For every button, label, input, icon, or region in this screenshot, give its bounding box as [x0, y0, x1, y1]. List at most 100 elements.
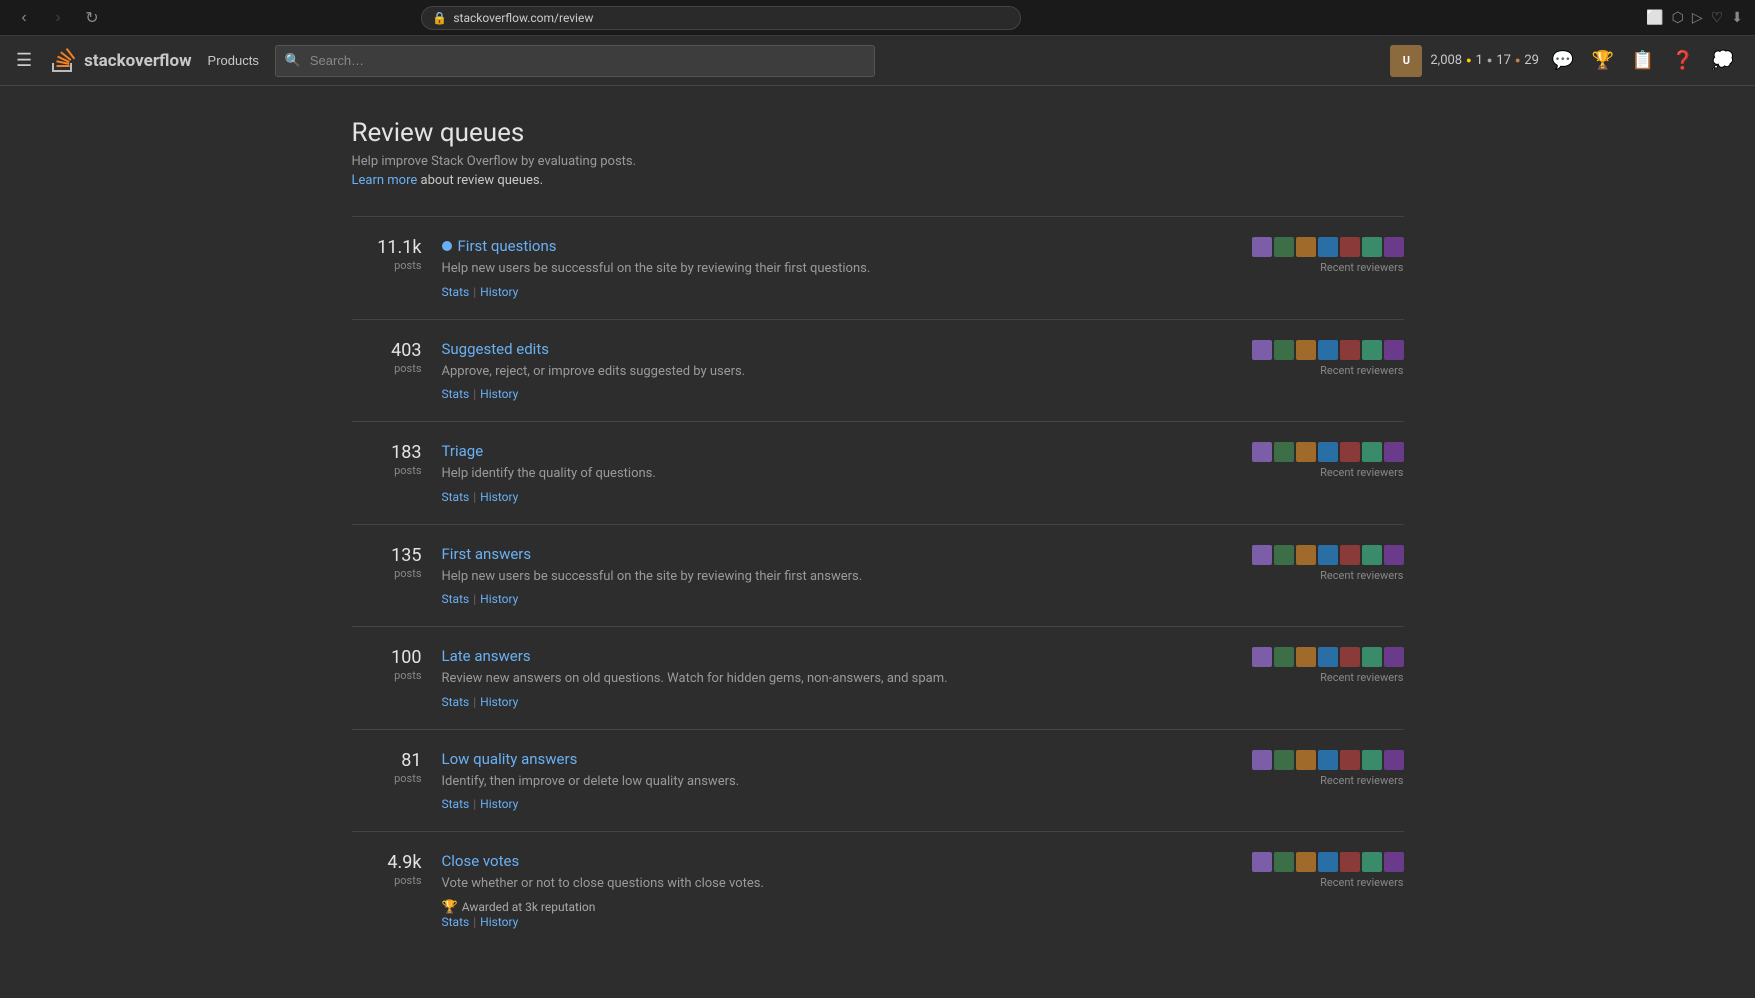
queue-count: 11.1k posts	[352, 237, 422, 273]
history-link[interactable]: History	[480, 797, 518, 811]
queue-description: Help identify the quality of questions.	[442, 464, 1224, 484]
queue-right: Recent reviewers	[1244, 545, 1404, 582]
reviewer-avatar	[1384, 545, 1404, 565]
lock-icon: 🔒	[432, 11, 447, 25]
queue-description: Help new users be successful on the site…	[442, 567, 1224, 587]
history-link[interactable]: History	[480, 387, 518, 401]
reviewer-avatar	[1274, 852, 1294, 872]
hamburger-menu-button[interactable]: ☰	[16, 50, 32, 71]
link-separator: |	[473, 592, 476, 606]
queue-item: 11.1k posts First questions Help new use…	[352, 216, 1404, 319]
queue-description: Identify, then improve or delete low qua…	[442, 772, 1224, 792]
reviewer-avatar	[1296, 852, 1316, 872]
reviewer-avatar	[1274, 442, 1294, 462]
reviewer-avatar	[1362, 647, 1382, 667]
stats-link[interactable]: Stats	[442, 387, 470, 401]
bookmark-button[interactable]: ♡	[1711, 9, 1724, 26]
inbox-button[interactable]: 💬	[1547, 45, 1579, 77]
history-link[interactable]: History	[480, 915, 518, 929]
history-link[interactable]: History	[480, 490, 518, 504]
screenshot-button[interactable]: ⬜	[1646, 9, 1663, 26]
queue-count-number: 4.9k	[352, 852, 422, 873]
reviewer-avatar	[1340, 750, 1360, 770]
reviewer-avatar	[1384, 750, 1404, 770]
queue-name-link[interactable]: First questions	[442, 237, 1224, 255]
forward-button[interactable]: ›	[46, 6, 70, 30]
chat-button[interactable]: 💭	[1707, 45, 1739, 77]
link-separator: |	[473, 915, 476, 929]
history-link[interactable]: History	[480, 285, 518, 299]
recent-reviewers-label: Recent reviewers	[1320, 466, 1403, 479]
search-input[interactable]	[275, 45, 875, 77]
recent-reviewers-label: Recent reviewers	[1320, 364, 1403, 377]
link-separator: |	[473, 387, 476, 401]
reload-button[interactable]: ↻	[80, 6, 104, 30]
queue-description: Help new users be successful on the site…	[442, 259, 1224, 279]
back-button[interactable]: ‹	[12, 6, 36, 30]
queue-name-link[interactable]: Close votes	[442, 852, 1224, 870]
recent-reviewers-label: Recent reviewers	[1320, 671, 1403, 684]
queue-links: Stats | History	[442, 797, 1224, 811]
award-badge: 🏆 Awarded at 3k reputation	[442, 900, 1224, 915]
history-link[interactable]: History	[480, 592, 518, 606]
queue-name-link[interactable]: Suggested edits	[442, 340, 1224, 358]
queue-name-link[interactable]: First answers	[442, 545, 1224, 563]
extensions-button[interactable]: ⬡	[1672, 9, 1684, 26]
stats-link[interactable]: Stats	[442, 915, 470, 929]
user-avatar[interactable]: U	[1390, 45, 1422, 77]
reviewer-avatar	[1252, 237, 1272, 257]
reviewer-avatars	[1252, 442, 1404, 462]
help-button[interactable]: ❓	[1667, 45, 1699, 77]
search-icon: 🔍	[285, 53, 301, 68]
reviewer-avatar	[1340, 647, 1360, 667]
queue-right: Recent reviewers	[1244, 237, 1404, 274]
queue-name-link[interactable]: Late answers	[442, 647, 1224, 665]
reviewer-avatar	[1318, 442, 1338, 462]
reviewer-avatar	[1296, 237, 1316, 257]
reviewer-avatar	[1274, 545, 1294, 565]
stats-link[interactable]: Stats	[442, 592, 470, 606]
reviewer-avatar	[1362, 852, 1382, 872]
recent-reviewers-label: Recent reviewers	[1320, 774, 1403, 787]
queue-links: Stats | History	[442, 592, 1224, 606]
stats-link[interactable]: Stats	[442, 285, 470, 299]
queue-count-label: posts	[394, 259, 421, 272]
page-subtitle: Help improve Stack Overflow by evaluatin…	[352, 154, 1404, 169]
stats-link[interactable]: Stats	[442, 490, 470, 504]
download-button[interactable]: ⬇	[1731, 9, 1743, 26]
queue-info: Triage Help identify the quality of ques…	[442, 442, 1224, 504]
reviewer-avatar	[1340, 340, 1360, 360]
queue-description: Vote whether or not to close questions w…	[442, 874, 1224, 894]
logo-bold: overflow	[126, 51, 192, 71]
products-menu-button[interactable]: Products	[208, 53, 259, 68]
reputation-count: 2,008	[1430, 53, 1462, 68]
reviewer-avatar	[1274, 340, 1294, 360]
site-logo[interactable]: stackoverflow	[48, 46, 191, 76]
reviewer-avatar	[1318, 340, 1338, 360]
queue-name-link[interactable]: Triage	[442, 442, 1224, 460]
main-content: Review queues Help improve Stack Overflo…	[328, 86, 1428, 981]
reputation-display: 2,008 ● 1 ● 17 ● 29	[1430, 53, 1539, 68]
reviewer-avatar	[1340, 237, 1360, 257]
achievements-button[interactable]: 🏆	[1587, 45, 1619, 77]
reviewer-avatar	[1318, 750, 1338, 770]
url-bar[interactable]: 🔒 stackoverflow.com/review	[421, 6, 1021, 30]
reviewer-avatar	[1318, 647, 1338, 667]
reviewer-avatar	[1384, 647, 1404, 667]
history-link[interactable]: History	[480, 695, 518, 709]
search-bar: 🔍	[275, 45, 875, 77]
reviewer-avatar	[1362, 545, 1382, 565]
queue-info: Low quality answers Identify, then impro…	[442, 750, 1224, 812]
queue-name-link[interactable]: Low quality answers	[442, 750, 1224, 768]
stats-link[interactable]: Stats	[442, 797, 470, 811]
review-button[interactable]: 📋	[1627, 45, 1659, 77]
stats-link[interactable]: Stats	[442, 695, 470, 709]
queue-count-number: 100	[352, 647, 422, 668]
queue-description: Approve, reject, or improve edits sugges…	[442, 362, 1224, 382]
silver-badge-count: 17	[1496, 53, 1511, 68]
reviewer-avatar	[1362, 750, 1382, 770]
learn-more-link[interactable]: Learn more	[352, 173, 418, 188]
queue-item: 4.9k posts Close votes Vote whether or n…	[352, 831, 1404, 949]
reviewer-avatars	[1252, 852, 1404, 872]
cast-button[interactable]: ▷	[1692, 9, 1703, 26]
